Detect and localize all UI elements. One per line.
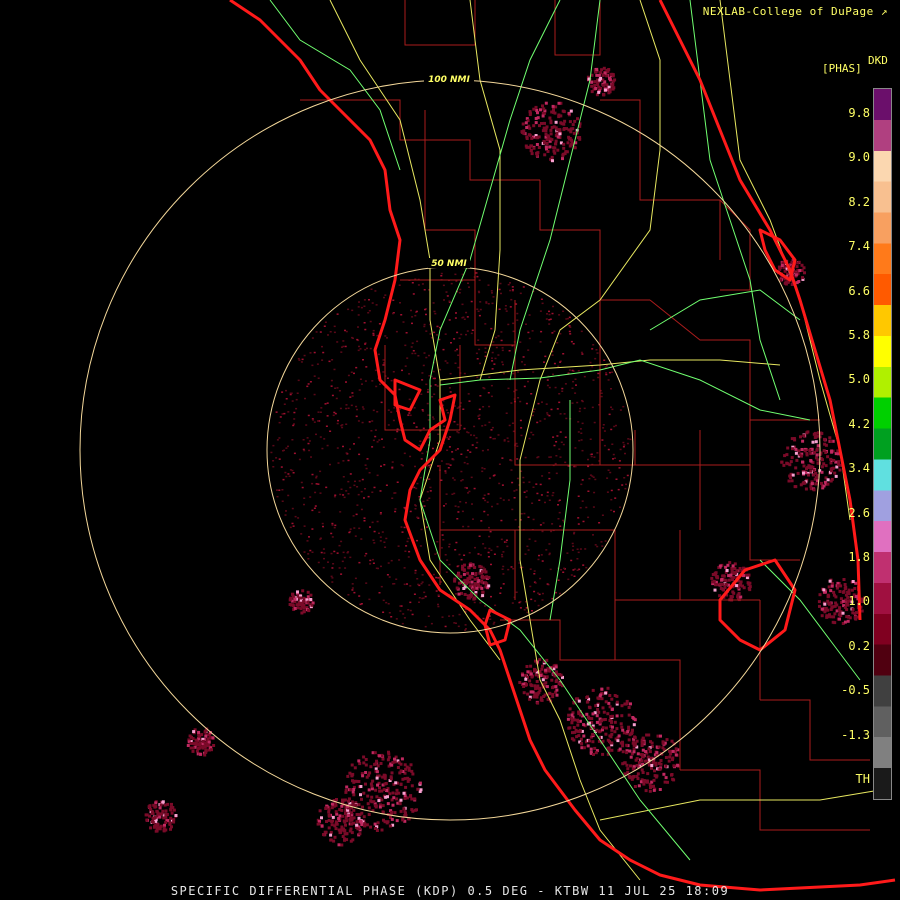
legend-tick-label: 5.0	[848, 372, 870, 387]
range-label-100: 100 NMI	[428, 75, 470, 85]
legend-tick-label: 1.8	[848, 550, 870, 564]
legend-tick-label: 6.6	[848, 283, 870, 298]
legend-unit: [PHAS]	[822, 62, 862, 75]
credit-text: NEXLAB-College of DuPage	[702, 5, 874, 18]
legend-tick-label: -1.3	[841, 727, 870, 742]
legend-color-bar	[873, 88, 892, 800]
legend-tick-label: 0.2	[848, 638, 870, 653]
legend-tick-label: 1.0	[848, 594, 870, 609]
legend-tick-label: 7.4	[848, 239, 870, 254]
legend-tick-label: 9.8	[848, 106, 870, 120]
external-link-icon: ↗	[880, 5, 888, 18]
credit-label[interactable]: NEXLAB-College of DuPage ↗	[703, 5, 888, 18]
legend-tick-label: 9.0	[848, 150, 870, 165]
radar-map[interactable]: 50 NMI 100 NMI	[0, 0, 900, 900]
legend-tick-label: 4.2	[848, 416, 870, 431]
legend-tick-label: 5.8	[848, 328, 870, 342]
legend-tick-label: 2.6	[848, 505, 870, 520]
legend-tick-label: -0.5	[841, 683, 870, 698]
legend-tick-label: 3.4	[848, 461, 870, 476]
map-background	[0, 0, 900, 900]
legend-code: DKD	[868, 54, 888, 67]
product-caption: SPECIFIC DIFFERENTIAL PHASE (KDP) 0.5 DE…	[170, 884, 730, 898]
legend-tick-label: TH	[855, 772, 870, 786]
legend-tick-label: 8.2	[848, 194, 870, 209]
range-label-50: 50 NMI	[431, 259, 467, 269]
